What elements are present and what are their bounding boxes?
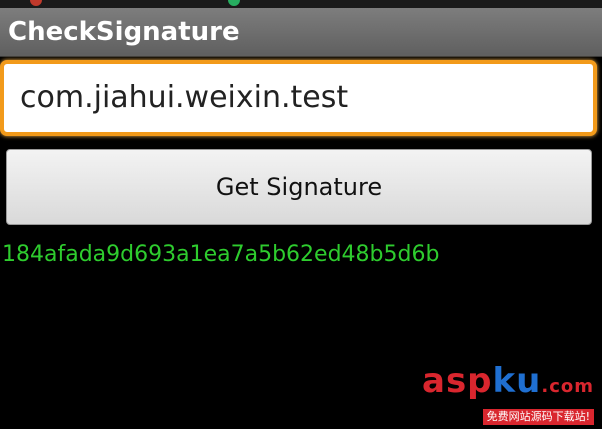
get-signature-label: Get Signature — [215, 173, 383, 201]
package-name-input[interactable] — [20, 78, 580, 118]
watermark-logo-part2: ku — [492, 361, 542, 401]
watermark-logo: aspku.com 免费网站源码下载站! — [422, 363, 594, 425]
watermark-tagline: 免费网站源码下载站! — [482, 409, 594, 425]
title-bar: CheckSignature — [0, 8, 602, 57]
watermark-logo-text: aspku.com — [422, 363, 594, 405]
watermark-logo-part3: .com — [541, 376, 594, 397]
package-input-frame[interactable] — [0, 60, 597, 136]
status-indicator-icon — [228, 0, 240, 6]
status-bar — [0, 0, 602, 8]
signature-result: 184afada9d693a1ea7a5b62ed48b5d6b — [2, 242, 440, 267]
get-signature-button[interactable]: Get Signature — [6, 149, 592, 225]
app-screen: CheckSignature Get Signature 184afada9d6… — [0, 0, 602, 429]
watermark-logo-part1: asp — [422, 361, 493, 401]
status-indicator-icon — [30, 0, 42, 6]
app-title: CheckSignature — [8, 17, 240, 47]
